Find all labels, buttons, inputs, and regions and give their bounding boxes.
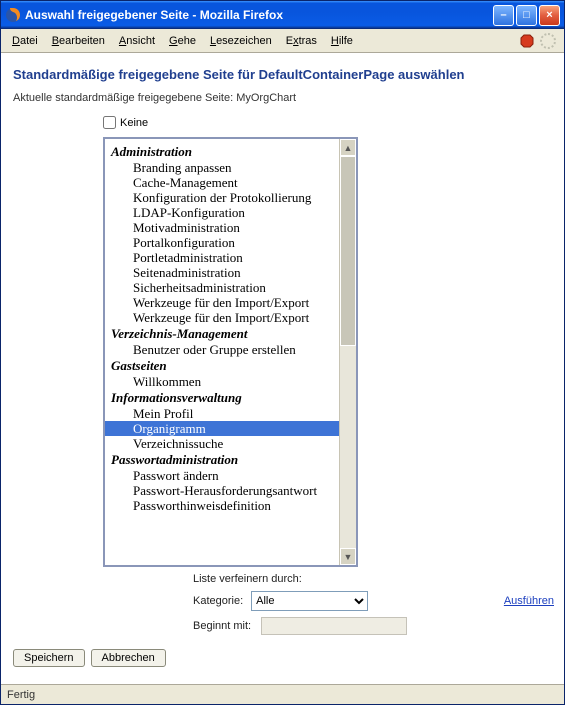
- starts-with-input[interactable]: [261, 617, 407, 635]
- list-item[interactable]: Konfiguration der Protokollierung: [105, 190, 356, 205]
- stop-icon[interactable]: [520, 34, 534, 48]
- menu-file[interactable]: Datei: [5, 33, 45, 49]
- titlebar: Auswahl freigegebener Seite - Mozilla Fi…: [1, 1, 564, 29]
- cancel-button[interactable]: Abbrechen: [91, 649, 166, 667]
- list-item[interactable]: Werkzeuge für den Import/Export: [105, 295, 356, 310]
- window-title: Auswahl freigegebener Seite - Mozilla Fi…: [25, 8, 493, 22]
- list-item[interactable]: Portalkonfiguration: [105, 235, 356, 250]
- list-item[interactable]: Passwort ändern: [105, 468, 356, 483]
- none-row: Keine: [103, 116, 554, 129]
- window-buttons: – □ ×: [493, 5, 560, 26]
- menu-extras[interactable]: Extras: [279, 33, 324, 49]
- menubar: Datei Bearbeiten Ansicht Gehe Lesezeiche…: [1, 29, 564, 53]
- browser-window: Auswahl freigegebener Seite - Mozilla Fi…: [0, 0, 565, 705]
- list-item[interactable]: Cache-Management: [105, 175, 356, 190]
- list-item[interactable]: Werkzeuge für den Import/Export: [105, 310, 356, 325]
- list-item[interactable]: LDAP-Konfiguration: [105, 205, 356, 220]
- section-header: Verzeichnis-Management: [105, 325, 356, 342]
- save-button[interactable]: Speichern: [13, 649, 85, 667]
- list-item[interactable]: Seitenadministration: [105, 265, 356, 280]
- section-header: Informationsverwaltung: [105, 389, 356, 406]
- page-heading: Standardmäßige freigegebene Seite für De…: [13, 67, 554, 82]
- page-listbox[interactable]: AdministrationBranding anpassenCache-Man…: [103, 137, 358, 567]
- refine-section: Liste verfeinern durch: Kategorie: Alle …: [193, 573, 554, 635]
- list-item[interactable]: Passworthinweisdefinition: [105, 498, 356, 513]
- section-header: Passwortadministration: [105, 451, 356, 468]
- list-item[interactable]: Benutzer oder Gruppe erstellen: [105, 342, 356, 357]
- current-page-text: Aktuelle standardmäßige freigegebene Sei…: [13, 92, 554, 104]
- none-checkbox[interactable]: [103, 116, 116, 129]
- menu-edit[interactable]: Bearbeiten: [45, 33, 112, 49]
- category-select[interactable]: Alle: [251, 591, 368, 611]
- none-label: Keine: [120, 117, 148, 129]
- list-item[interactable]: Branding anpassen: [105, 160, 356, 175]
- minimize-button[interactable]: –: [493, 5, 514, 26]
- list-item[interactable]: Verzeichnissuche: [105, 436, 356, 451]
- statusbar: Fertig: [1, 684, 564, 704]
- section-header: Gastseiten: [105, 357, 356, 374]
- execute-link[interactable]: Ausführen: [504, 595, 554, 607]
- throbber-icon: [540, 33, 556, 49]
- list-item[interactable]: Willkommen: [105, 374, 356, 389]
- section-header: Administration: [105, 143, 356, 160]
- list-item[interactable]: Portletadministration: [105, 250, 356, 265]
- list-item[interactable]: Sicherheitsadministration: [105, 280, 356, 295]
- status-text: Fertig: [7, 689, 35, 701]
- menu-go[interactable]: Gehe: [162, 33, 203, 49]
- maximize-button[interactable]: □: [516, 5, 537, 26]
- scroll-thumb[interactable]: [340, 156, 356, 346]
- list-item[interactable]: Passwort-Herausforderungsantwort: [105, 483, 356, 498]
- scroll-up-button[interactable]: ▲: [340, 139, 356, 156]
- firefox-icon: [5, 7, 21, 23]
- scroll-track[interactable]: [340, 156, 356, 548]
- menu-view[interactable]: Ansicht: [112, 33, 162, 49]
- scrollbar[interactable]: ▲ ▼: [339, 139, 356, 565]
- menu-help[interactable]: Hilfe: [324, 33, 360, 49]
- page-content: Standardmäßige freigegebene Seite für De…: [1, 53, 564, 684]
- refine-label: Liste verfeinern durch:: [193, 573, 554, 585]
- category-label: Kategorie:: [193, 595, 243, 607]
- list-item[interactable]: Mein Profil: [105, 406, 356, 421]
- button-row: Speichern Abbrechen: [13, 649, 554, 667]
- scroll-down-button[interactable]: ▼: [340, 548, 356, 565]
- list-item[interactable]: Organigramm: [105, 421, 356, 436]
- starts-with-label: Beginnt mit:: [193, 620, 253, 632]
- list-wrap: AdministrationBranding anpassenCache-Man…: [103, 137, 554, 635]
- close-button[interactable]: ×: [539, 5, 560, 26]
- list-item[interactable]: Motivadministration: [105, 220, 356, 235]
- menu-bookmarks[interactable]: Lesezeichen: [203, 33, 279, 49]
